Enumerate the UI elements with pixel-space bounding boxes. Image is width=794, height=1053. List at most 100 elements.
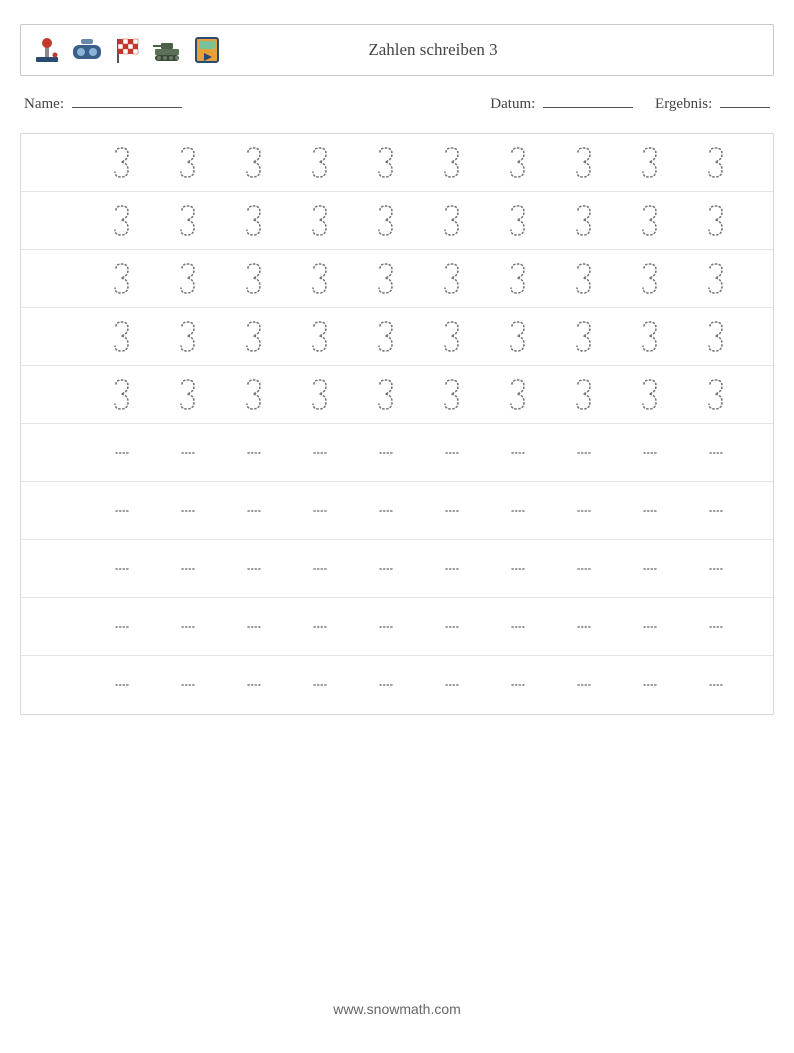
trace-digit bbox=[375, 146, 397, 180]
trace-blank bbox=[573, 448, 595, 458]
trace-digit bbox=[507, 320, 529, 354]
trace-blank bbox=[309, 680, 331, 690]
trace-row bbox=[21, 366, 773, 424]
trace-digit bbox=[243, 262, 265, 296]
footer-url: www.snowmath.com bbox=[0, 1001, 794, 1017]
tracing-grid bbox=[20, 133, 774, 715]
trace-blank bbox=[441, 448, 463, 458]
trace-digit bbox=[309, 378, 331, 412]
trace-blank bbox=[177, 506, 199, 516]
trace-row bbox=[21, 540, 773, 598]
trace-digit bbox=[507, 262, 529, 296]
meta-row: Name: Datum: Ergebnis: bbox=[20, 94, 774, 113]
trace-blank bbox=[111, 506, 133, 516]
trace-blank bbox=[507, 564, 529, 574]
trace-digit bbox=[177, 320, 199, 354]
trace-digit bbox=[177, 262, 199, 296]
date-blank[interactable] bbox=[543, 94, 633, 108]
trace-digit bbox=[441, 320, 463, 354]
trace-digit bbox=[111, 320, 133, 354]
trace-digit bbox=[375, 378, 397, 412]
trace-digit bbox=[639, 320, 661, 354]
trace-row bbox=[21, 308, 773, 366]
trace-blank bbox=[705, 448, 727, 458]
trace-blank bbox=[573, 506, 595, 516]
trace-blank bbox=[243, 680, 265, 690]
header-icon-row bbox=[31, 34, 223, 66]
trace-blank bbox=[309, 506, 331, 516]
trace-digit bbox=[441, 146, 463, 180]
trace-digit bbox=[243, 378, 265, 412]
trace-blank bbox=[507, 622, 529, 632]
trace-blank bbox=[309, 622, 331, 632]
name-field: Name: bbox=[24, 94, 182, 113]
trace-digit bbox=[573, 262, 595, 296]
trace-blank bbox=[441, 680, 463, 690]
trace-digit bbox=[177, 204, 199, 238]
trace-blank bbox=[177, 622, 199, 632]
trace-blank bbox=[573, 564, 595, 574]
trace-blank bbox=[507, 506, 529, 516]
trace-blank bbox=[441, 506, 463, 516]
trace-blank bbox=[309, 564, 331, 574]
worksheet-header: Zahlen schreiben 3 bbox=[20, 24, 774, 76]
trace-digit bbox=[111, 378, 133, 412]
trace-digit bbox=[705, 204, 727, 238]
trace-digit bbox=[507, 204, 529, 238]
trace-blank bbox=[177, 448, 199, 458]
trace-digit bbox=[639, 262, 661, 296]
trace-digit bbox=[243, 204, 265, 238]
trace-row bbox=[21, 598, 773, 656]
result-label: Ergebnis: bbox=[655, 96, 712, 112]
trace-blank bbox=[375, 448, 397, 458]
trace-blank bbox=[111, 448, 133, 458]
trace-digit bbox=[375, 204, 397, 238]
trace-digit bbox=[441, 378, 463, 412]
trace-digit bbox=[573, 146, 595, 180]
trace-digit bbox=[705, 378, 727, 412]
trace-blank bbox=[177, 680, 199, 690]
trace-digit bbox=[639, 204, 661, 238]
trace-blank bbox=[243, 564, 265, 574]
result-blank[interactable] bbox=[720, 94, 770, 108]
trace-row bbox=[21, 482, 773, 540]
trace-row bbox=[21, 424, 773, 482]
trace-digit bbox=[573, 204, 595, 238]
trace-blank bbox=[111, 622, 133, 632]
trace-digit bbox=[309, 146, 331, 180]
trace-blank bbox=[705, 622, 727, 632]
trace-blank bbox=[639, 506, 661, 516]
trace-blank bbox=[441, 622, 463, 632]
trace-blank bbox=[639, 448, 661, 458]
trace-blank bbox=[441, 564, 463, 574]
trace-row bbox=[21, 250, 773, 308]
trace-blank bbox=[375, 506, 397, 516]
trace-digit bbox=[111, 262, 133, 296]
trace-digit bbox=[705, 146, 727, 180]
trace-digit bbox=[177, 378, 199, 412]
trace-digit bbox=[507, 378, 529, 412]
trace-digit bbox=[705, 262, 727, 296]
trace-blank bbox=[639, 564, 661, 574]
trace-row bbox=[21, 656, 773, 714]
trace-digit bbox=[243, 320, 265, 354]
trace-digit bbox=[309, 320, 331, 354]
trace-blank bbox=[375, 680, 397, 690]
tank-icon bbox=[151, 34, 183, 66]
name-blank[interactable] bbox=[72, 94, 182, 108]
trace-digit bbox=[573, 320, 595, 354]
trace-blank bbox=[375, 622, 397, 632]
trace-blank bbox=[243, 622, 265, 632]
trace-blank bbox=[639, 680, 661, 690]
date-field: Datum: bbox=[490, 94, 633, 113]
trace-blank bbox=[705, 506, 727, 516]
trace-blank bbox=[705, 680, 727, 690]
trace-blank bbox=[243, 448, 265, 458]
trace-row bbox=[21, 192, 773, 250]
trace-blank bbox=[111, 680, 133, 690]
trace-blank bbox=[639, 622, 661, 632]
trace-blank bbox=[177, 564, 199, 574]
trace-digit bbox=[441, 262, 463, 296]
trace-blank bbox=[111, 564, 133, 574]
trace-blank bbox=[573, 622, 595, 632]
